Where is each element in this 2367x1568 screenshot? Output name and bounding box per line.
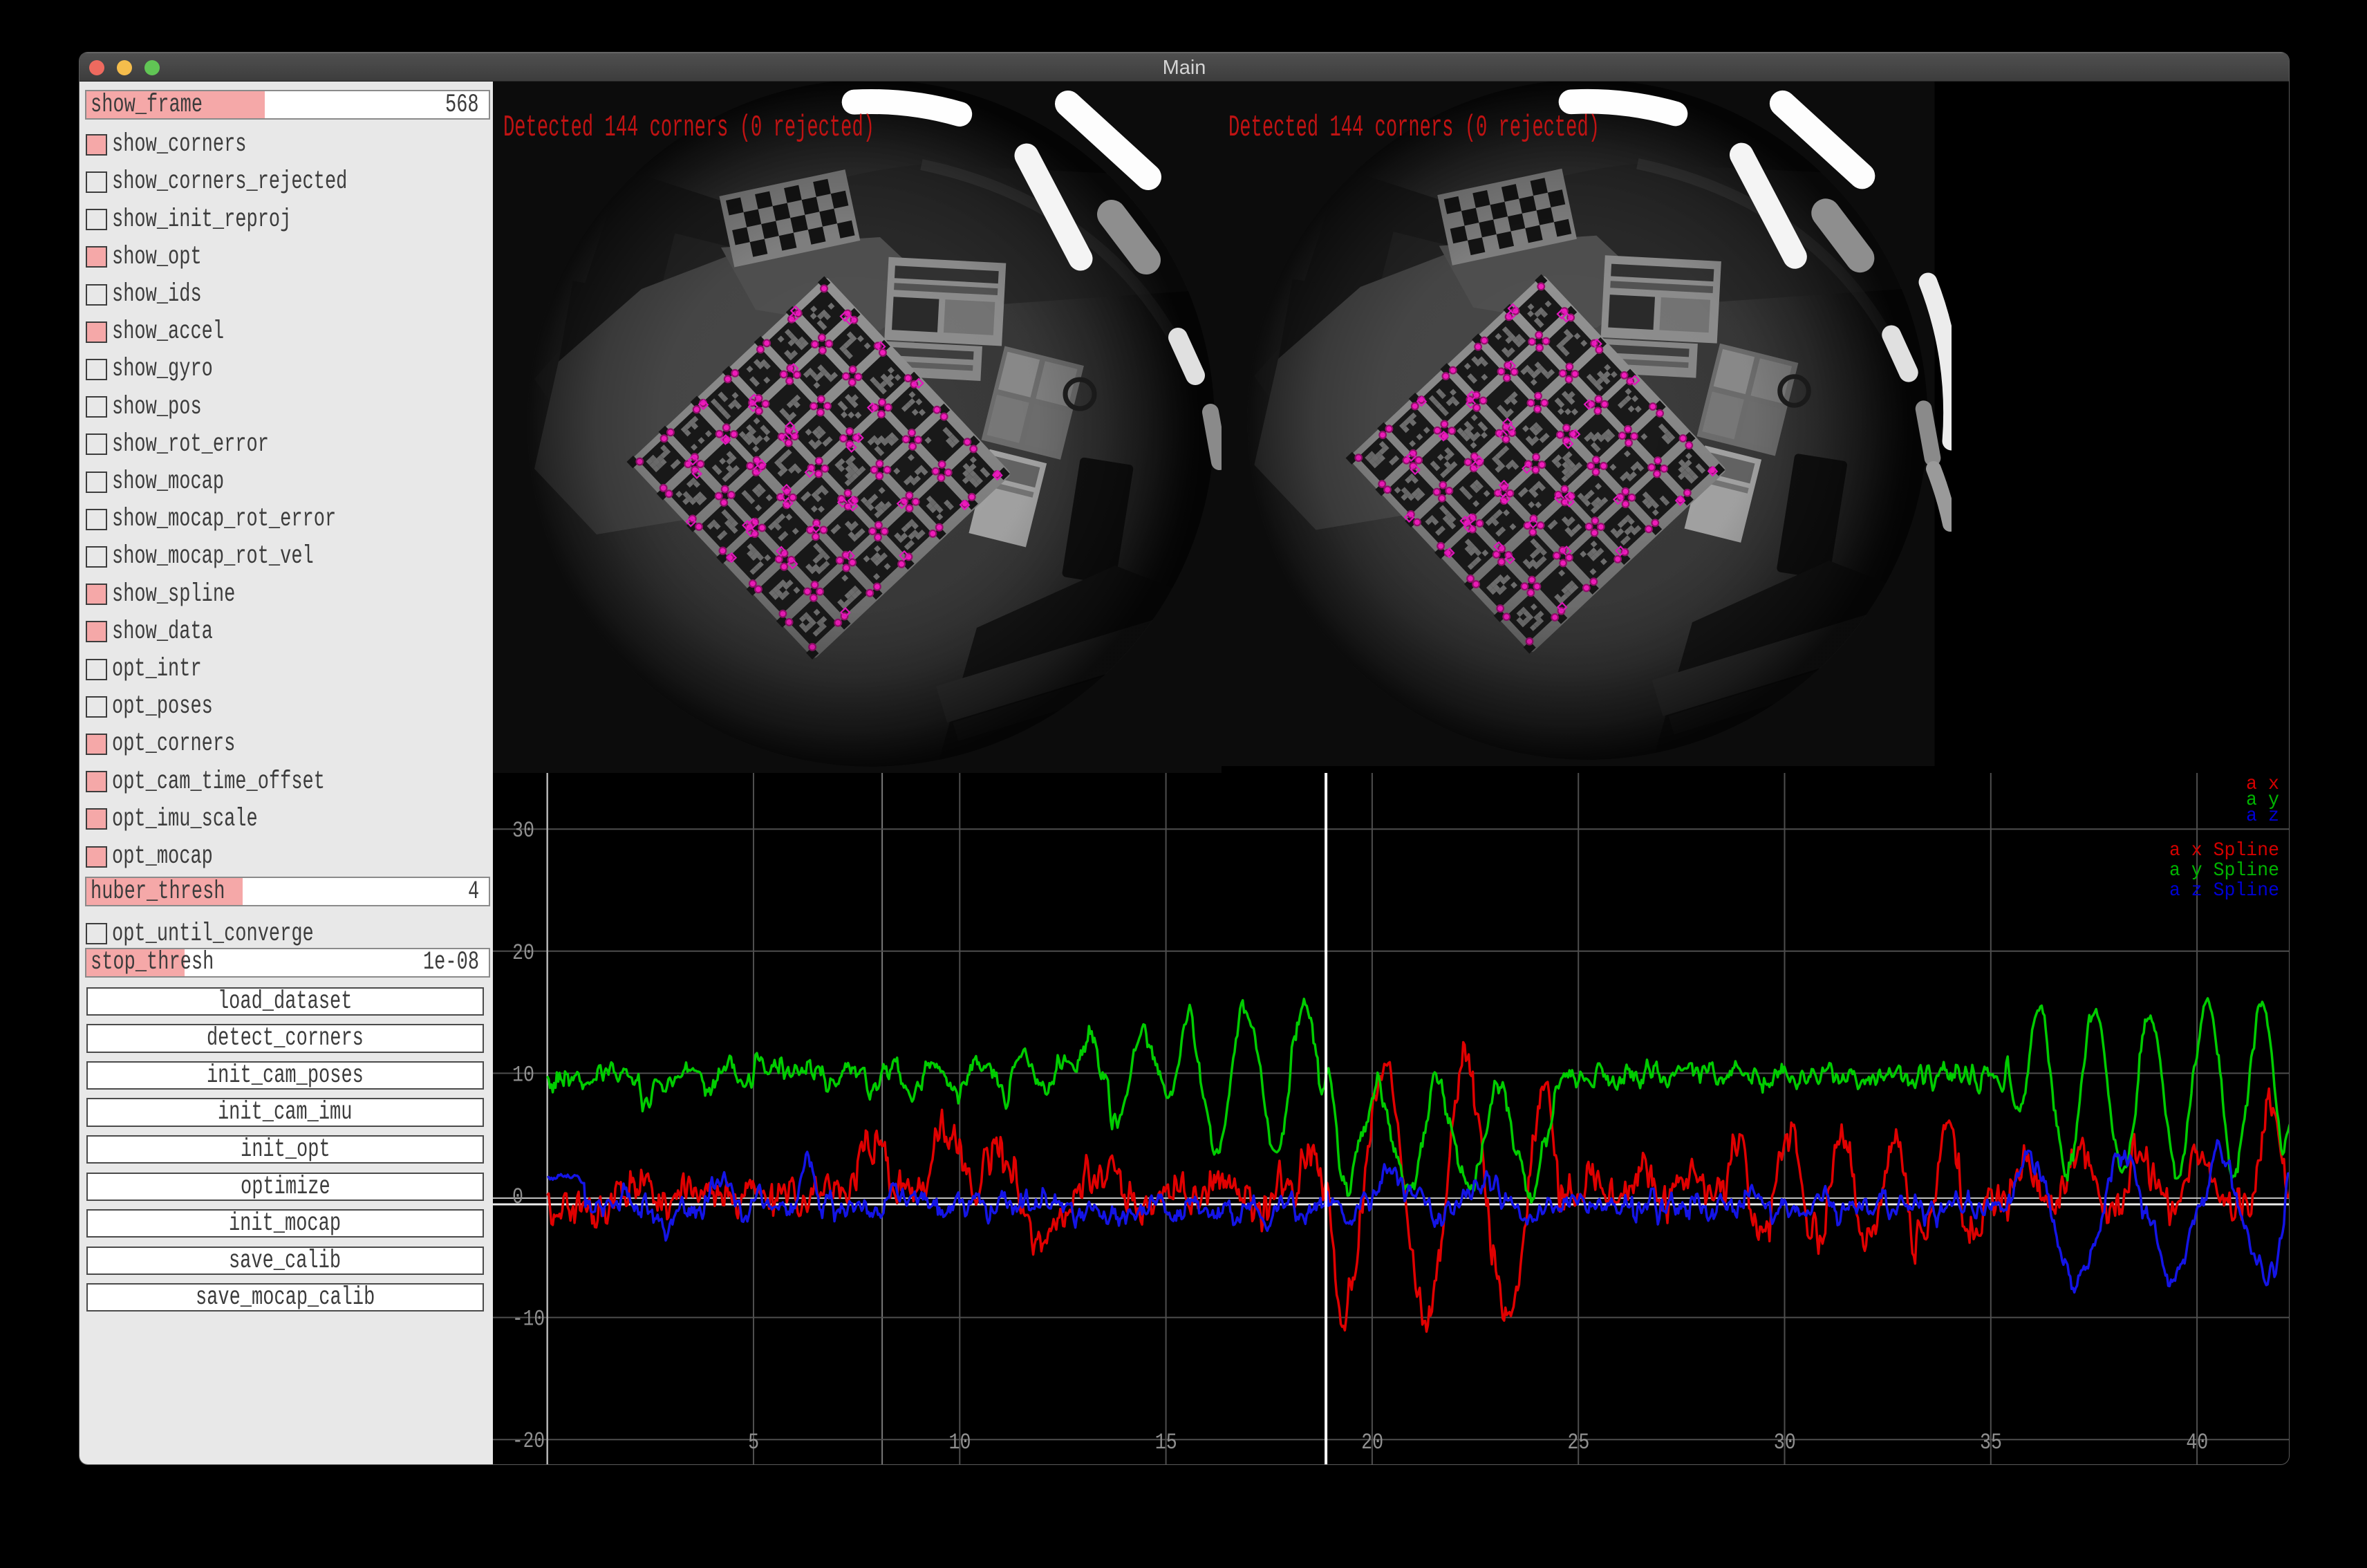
- svg-text:10: 10: [512, 1062, 534, 1088]
- svg-text:a z Spline: a z Spline: [2169, 880, 2279, 902]
- svg-text:0: 0: [512, 1184, 523, 1210]
- svg-text:-10: -10: [512, 1307, 545, 1332]
- svg-text:5: 5: [748, 1430, 759, 1455]
- svg-text:40: 40: [2186, 1430, 2208, 1455]
- svg-text:Detected 144 corners (0 reject: Detected 144 corners (0 rejected): [503, 111, 874, 145]
- svg-text:35: 35: [1980, 1430, 2002, 1455]
- svg-text:30: 30: [1774, 1430, 1796, 1455]
- svg-text:10: 10: [949, 1430, 971, 1455]
- svg-text:30: 30: [512, 818, 534, 843]
- svg-text:15: 15: [1155, 1430, 1177, 1455]
- svg-text:25: 25: [1567, 1430, 1589, 1455]
- svg-text:Detected 144 corners (0 reject: Detected 144 corners (0 rejected): [1228, 111, 1600, 145]
- svg-text:a y Spline: a y Spline: [2169, 860, 2279, 881]
- svg-text:20: 20: [512, 940, 534, 966]
- svg-text:-20: -20: [512, 1428, 545, 1454]
- svg-text:a x Spline: a x Spline: [2169, 840, 2279, 861]
- svg-text:a z: a z: [2246, 805, 2279, 827]
- svg-text:20: 20: [1361, 1430, 1383, 1455]
